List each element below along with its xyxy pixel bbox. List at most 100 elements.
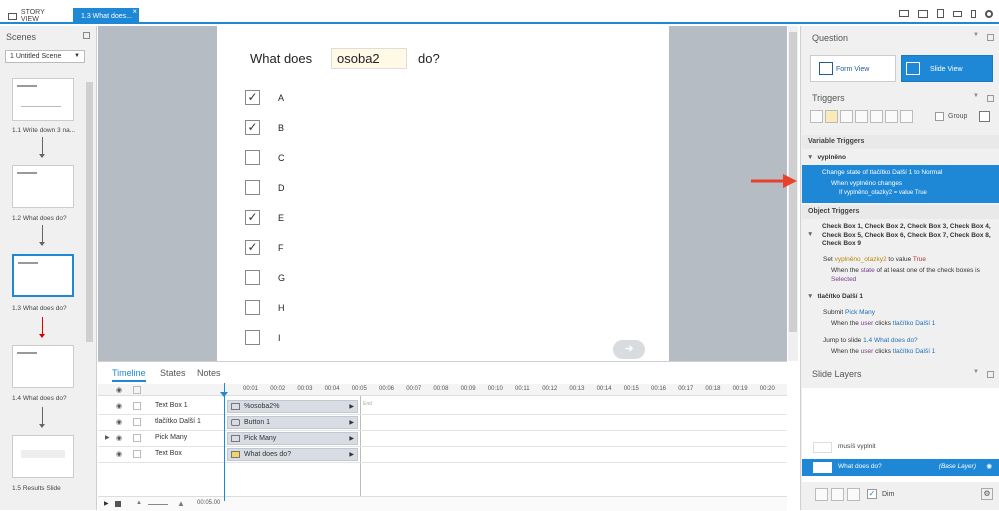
scenes-scrollbar[interactable] xyxy=(86,82,93,342)
slide-view-button[interactable]: Slide View xyxy=(901,55,993,82)
zoom-out-icon[interactable]: ▲ xyxy=(136,500,142,506)
group-checkbox[interactable] xyxy=(935,112,944,121)
pin-icon[interactable] xyxy=(987,371,994,378)
checkbox-a[interactable]: ✓ xyxy=(245,90,260,105)
paste-icon[interactable] xyxy=(855,110,868,123)
checkbox-h[interactable] xyxy=(245,300,260,315)
lock-icon[interactable] xyxy=(133,402,141,410)
checkbox-i[interactable] xyxy=(245,330,260,345)
zoom-slider[interactable] xyxy=(148,504,168,505)
story-view-tab[interactable]: STORY VIEW xyxy=(0,8,64,24)
move-up-down-icon[interactable] xyxy=(900,110,913,123)
timeline-panel: Timeline States Notes ◉ 00:01 00:02 00:03 0… xyxy=(98,361,787,511)
phone-landscape-icon[interactable] xyxy=(953,10,962,17)
checkbox-f[interactable]: ✓ xyxy=(245,240,260,255)
lock-icon[interactable] xyxy=(133,434,141,442)
lock-icon[interactable] xyxy=(133,418,141,426)
chevron-down-icon[interactable]: ▼ xyxy=(973,32,979,38)
timeline-bar[interactable]: Pick Many ▶ xyxy=(227,432,358,445)
checkbox-e[interactable]: ✓ xyxy=(245,210,260,225)
timeline-bar-label: %osoba2% xyxy=(244,403,280,410)
new-trigger-icon[interactable] xyxy=(810,110,823,123)
trigger-text: When the xyxy=(831,267,861,274)
checkbox-c[interactable] xyxy=(245,150,260,165)
timeline-bar[interactable]: Button 1 ▶ xyxy=(227,416,358,429)
gear-icon[interactable]: ⚙ xyxy=(981,488,993,500)
eye-icon[interactable]: ◉ xyxy=(116,418,122,426)
eye-icon[interactable]: ◉ xyxy=(116,386,122,394)
eye-icon[interactable]: ◉ xyxy=(116,434,122,442)
slide-thumbnail-1-2[interactable] xyxy=(12,165,74,208)
tablet-landscape-icon[interactable] xyxy=(918,9,928,18)
question-variable-field[interactable]: osoba2 xyxy=(331,48,407,69)
pin-icon[interactable] xyxy=(987,34,994,41)
eye-icon[interactable]: ◉ xyxy=(116,450,122,458)
next-button[interactable]: ➜ xyxy=(613,340,645,359)
eye-icon[interactable]: ◉ xyxy=(986,462,992,470)
copy-icon[interactable] xyxy=(840,110,853,123)
timeline-bar[interactable]: %osoba2% ▶ xyxy=(227,400,358,413)
trigger-group-vyplneno[interactable]: ▼ vyplněno xyxy=(807,154,846,161)
slide-tab-label: 1.3 What does... xyxy=(81,12,132,20)
cut-icon[interactable] xyxy=(870,110,883,123)
delete-layer-icon[interactable] xyxy=(847,488,860,501)
expand-icon[interactable]: ▶ xyxy=(105,434,110,441)
form-view-button[interactable]: Form View xyxy=(810,55,896,82)
question-text-before[interactable]: What does xyxy=(250,51,312,66)
timeline-row[interactable]: ◉ Text Box What does do? ▶ xyxy=(98,447,787,463)
desktop-icon[interactable] xyxy=(899,10,909,17)
trigger-set-variable[interactable]: Set vyplněno_otazky2 to value True xyxy=(823,256,926,265)
lock-icon[interactable] xyxy=(133,450,141,458)
trigger-jump[interactable]: Jump to slide 1.4 What does do? xyxy=(823,337,918,346)
tab-notes[interactable]: Notes xyxy=(197,368,221,378)
timeline-row[interactable]: ◉ Text Box 1 %osoba2% ▶ xyxy=(98,399,787,415)
checkbox-g[interactable] xyxy=(245,270,260,285)
timeline-tick: 00:06 xyxy=(379,386,395,392)
tablet-portrait-icon[interactable] xyxy=(937,9,944,18)
checkbox-d[interactable] xyxy=(245,180,260,195)
slide-thumbnail-1-4[interactable] xyxy=(12,345,74,388)
layer-item-base[interactable]: What does do? (Base Layer) ◉ xyxy=(802,459,999,476)
eye-icon[interactable]: ◉ xyxy=(116,402,122,410)
timeline-ruler[interactable]: ◉ 00:01 00:02 00:03 00:04 00:05 00:06 00:07 00:… xyxy=(98,384,787,396)
slide-thumbnail-1-1[interactable] xyxy=(12,78,74,121)
dim-checkbox[interactable]: ✓ xyxy=(867,489,877,499)
gear-icon[interactable] xyxy=(985,9,993,18)
pin-icon[interactable] xyxy=(987,95,994,102)
play-icon[interactable]: ▶ xyxy=(104,500,109,507)
phone-portrait-icon[interactable] xyxy=(971,9,976,18)
tab-states[interactable]: States xyxy=(160,368,186,378)
new-layer-icon[interactable] xyxy=(815,488,828,501)
layer-item[interactable]: musíš vyplnit xyxy=(802,439,999,456)
timeline-row[interactable]: ▶ ◉ Pick Many Pick Many ▶ xyxy=(98,431,787,447)
zoom-in-icon[interactable]: ▲ xyxy=(177,499,185,508)
checkbox-b[interactable]: ✓ xyxy=(245,120,260,135)
question-text-after[interactable]: do? xyxy=(418,51,440,66)
chevron-down-icon[interactable]: ▼ xyxy=(973,93,979,99)
chevron-down-icon[interactable]: ▼ xyxy=(973,369,979,375)
lock-icon[interactable] xyxy=(133,386,141,394)
stop-icon[interactable] xyxy=(115,501,121,507)
duplicate-layer-icon[interactable] xyxy=(831,488,844,501)
timeline-row[interactable]: ◉ tlačítko Další 1 Button 1 ▶ xyxy=(98,415,787,431)
tab-timeline[interactable]: Timeline xyxy=(112,368,146,382)
timeline-row-name: Text Box 1 xyxy=(155,402,188,409)
pin-icon[interactable] xyxy=(83,32,90,39)
scene-dropdown[interactable]: 1 Untitled Scene ▼ xyxy=(5,50,85,63)
timeline-tick: 00:16 xyxy=(651,386,667,392)
slide-view-label: Slide View xyxy=(930,66,963,73)
slide-tab[interactable]: 1.3 What does... × xyxy=(73,7,139,24)
playhead[interactable] xyxy=(224,383,225,501)
edit-trigger-icon[interactable] xyxy=(825,110,838,123)
slide-thumbnail-1-5[interactable] xyxy=(12,435,74,478)
playhead-handle[interactable] xyxy=(220,392,228,397)
trigger-group-checkboxes[interactable]: ▼ Check Box 1, Check Box 2, Check Box 3,… xyxy=(807,223,993,249)
slide-thumbnail-1-3[interactable] xyxy=(12,254,74,297)
trigger-group-button[interactable]: ▼ tlačítko Další 1 xyxy=(807,293,863,300)
calendar-icon[interactable] xyxy=(979,111,990,122)
trigger-submit[interactable]: Submit Pick Many xyxy=(823,309,875,318)
close-icon[interactable]: × xyxy=(132,7,137,16)
delete-icon[interactable] xyxy=(885,110,898,123)
timeline-bar[interactable]: What does do? ▶ xyxy=(227,448,358,461)
checkbox-label-d: D xyxy=(278,183,285,193)
